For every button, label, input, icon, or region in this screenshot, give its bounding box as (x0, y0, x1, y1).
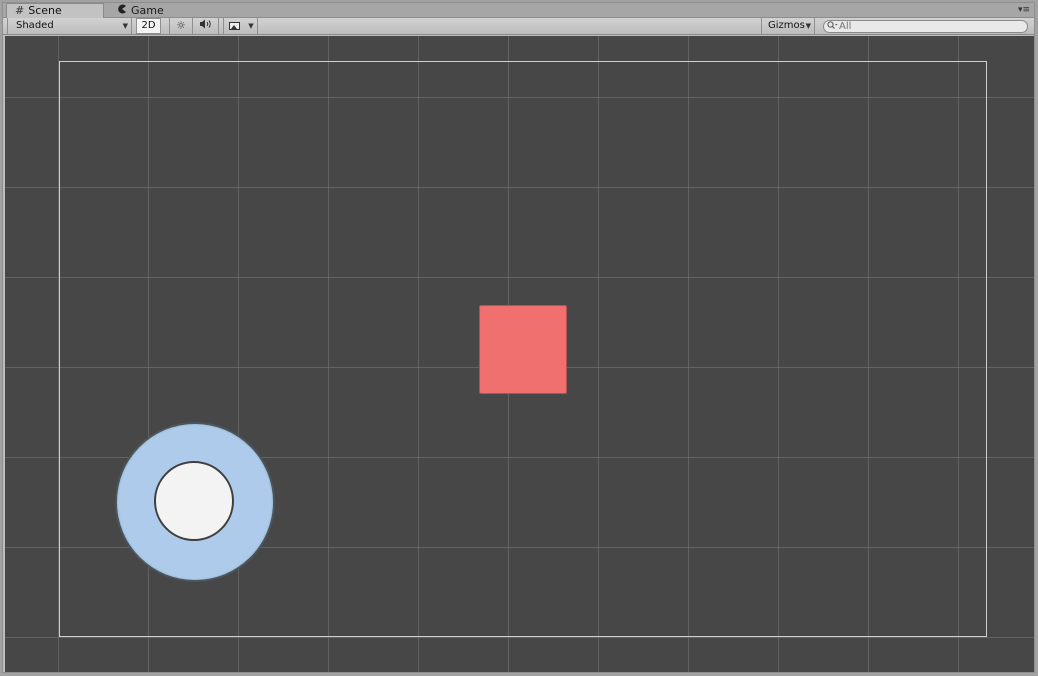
scene-toolbar: Shaded ▼ 2D ☼ ▼ Gizmos ▼ (3, 18, 1034, 35)
tab-bar: # Scene Game ▾≡ (3, 3, 1034, 18)
tab-scene-label: Scene (28, 4, 62, 17)
pac-man-icon (117, 4, 127, 17)
tab-game[interactable]: Game (109, 3, 189, 18)
shading-mode-label: Shaded (16, 20, 54, 31)
search-input[interactable] (839, 21, 1009, 32)
tab-menu-icon[interactable]: ▾≡ (1017, 5, 1031, 16)
tab-game-label: Game (131, 3, 164, 17)
2d-mode-label: 2D (141, 20, 156, 31)
dropdown-arrow-icon: ▼ (248, 22, 254, 30)
gizmos-dropdown[interactable]: Gizmos ▼ (761, 18, 815, 34)
scene-viewport[interactable] (5, 36, 1034, 672)
red-square-sprite[interactable] (479, 305, 567, 394)
shading-mode-dropdown[interactable]: Shaded ▼ (7, 18, 132, 34)
joystick-base[interactable] (117, 424, 273, 580)
effects-toggle[interactable] (223, 18, 245, 34)
search-icon (827, 20, 838, 33)
joystick-knob[interactable] (154, 461, 234, 541)
image-icon (229, 22, 240, 30)
scene-window: # Scene Game ▾≡ Shaded ▼ 2D ☼ ▼ Gizmos ▼… (2, 2, 1035, 673)
gizmos-label: Gizmos (768, 20, 805, 31)
dropdown-arrow-icon: ▼ (122, 22, 128, 30)
lighting-toggle[interactable]: ☼ (169, 18, 193, 34)
sun-icon: ☼ (176, 19, 186, 32)
audio-toggle[interactable] (193, 18, 219, 34)
2d-mode-toggle[interactable]: 2D (136, 18, 161, 34)
speaker-icon (199, 18, 213, 34)
grid-icon: # (15, 4, 25, 17)
tab-scene[interactable]: # Scene (6, 3, 104, 18)
hierarchy-search[interactable] (823, 20, 1028, 33)
dropdown-arrow-icon: ▼ (805, 22, 811, 30)
effects-dropdown[interactable]: ▼ (245, 18, 258, 34)
